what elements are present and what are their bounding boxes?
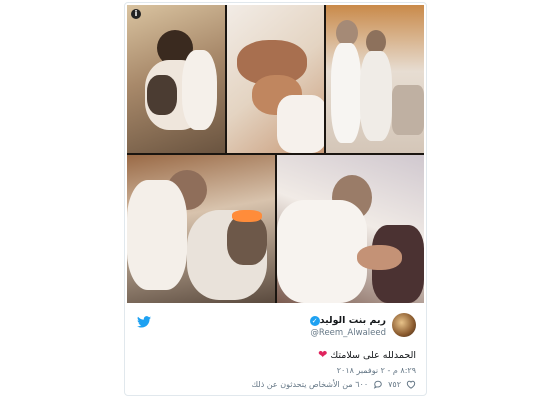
- photo-hospital-visit[interactable]: [326, 5, 424, 153]
- embedded-tweet-card: i ريم بنت الوليد✓ @Reem_Alwaleed الحمدلل…: [124, 2, 427, 396]
- display-name-text[interactable]: ريم بنت الوليد: [320, 315, 386, 326]
- user-handle[interactable]: @Reem_Alwaleed: [310, 328, 386, 338]
- tweet-text-content: الحمدلله على سلامتك: [330, 350, 416, 361]
- photo-forehead-kiss[interactable]: [127, 155, 275, 303]
- photo-hand-kiss[interactable]: [277, 155, 424, 303]
- twitter-icon[interactable]: [137, 316, 151, 328]
- comment-icon[interactable]: [373, 380, 383, 389]
- photo-collage[interactable]: i: [127, 5, 424, 303]
- photo-family-hug[interactable]: i: [127, 5, 225, 153]
- tweet-body: ريم بنت الوليد✓ @Reem_Alwaleed الحمدلله …: [125, 305, 426, 395]
- avatar[interactable]: [392, 313, 416, 337]
- verified-icon: ✓: [309, 315, 320, 326]
- like-count[interactable]: ٧٥٢: [388, 380, 401, 389]
- tweet-actions: ٧٥٢ ٦٠٠ من الأشخاص يتحدثون عن ذلك: [252, 380, 416, 389]
- tweet-timestamp[interactable]: ٨:٢٩ م - ٢ نوفمبر ٢٠١٨: [337, 366, 416, 375]
- tweet-text: الحمدلله على سلامتك ❤: [318, 348, 416, 361]
- red-heart-emoji: ❤: [318, 348, 328, 361]
- info-icon[interactable]: i: [131, 9, 141, 19]
- heart-icon[interactable]: [406, 380, 416, 389]
- photo-holding-hands[interactable]: [227, 5, 324, 153]
- display-name[interactable]: ريم بنت الوليد✓: [307, 315, 386, 326]
- replies-text[interactable]: ٦٠٠ من الأشخاص يتحدثون عن ذلك: [252, 380, 369, 389]
